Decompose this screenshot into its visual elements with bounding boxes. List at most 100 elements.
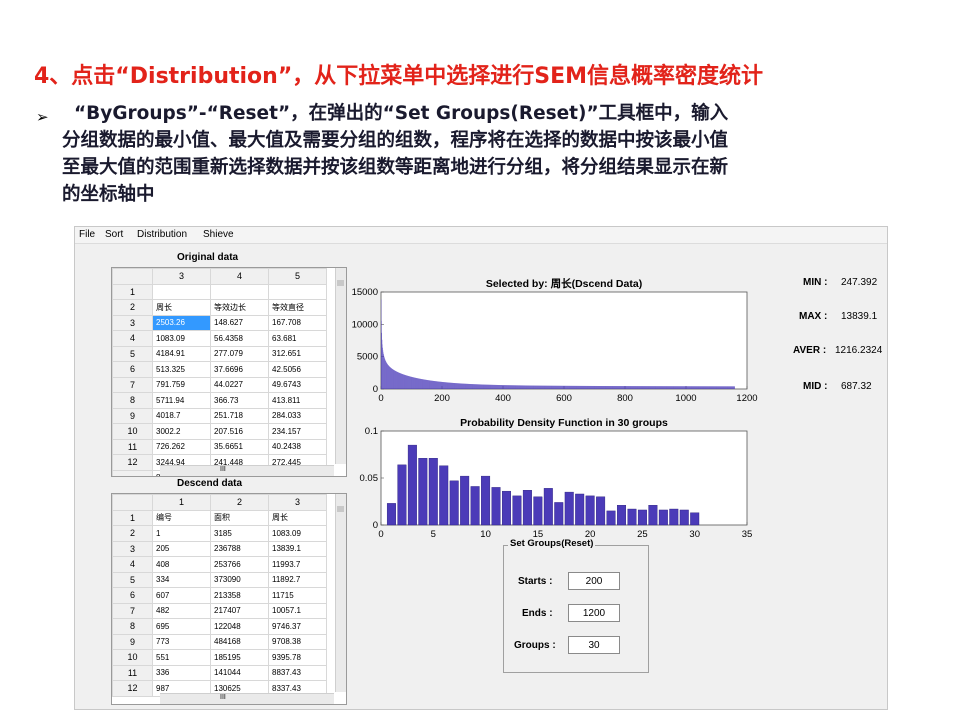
table-cell[interactable]: 334 xyxy=(152,571,211,588)
table-cell[interactable]: 等效直径 xyxy=(268,299,327,316)
row-header[interactable]: 12 xyxy=(112,680,153,697)
table-cell[interactable]: 205 xyxy=(152,540,211,557)
column-header[interactable]: 3 xyxy=(152,268,211,285)
row-header[interactable]: 5 xyxy=(112,345,153,362)
menu-distribution[interactable]: Distribution xyxy=(137,229,187,240)
row-header[interactable]: 7 xyxy=(112,376,153,393)
table-cell[interactable]: 408 xyxy=(152,556,211,573)
table-cell[interactable]: 40.2438 xyxy=(268,438,327,455)
table-cell[interactable]: 336 xyxy=(152,664,211,681)
table-cell[interactable]: 3185 xyxy=(210,525,269,542)
row-header[interactable]: 5 xyxy=(112,571,153,588)
row-header[interactable]: 10 xyxy=(112,423,153,440)
scrollbar-grip[interactable]: III xyxy=(220,466,226,473)
horizontal-scrollbar[interactable]: III xyxy=(160,693,334,704)
menu-shieve[interactable]: Shieve xyxy=(203,229,234,240)
table-cell[interactable]: 122048 xyxy=(210,618,269,635)
original-data-table[interactable]: 3 4 5 1 2 周长 等效边长 等效直径 3 2503.26 148.627 167.708 4 10… xyxy=(111,267,347,477)
table-cell[interactable]: 3002.2 xyxy=(152,423,211,440)
table-cell[interactable]: 1083.09 xyxy=(268,525,327,542)
table-cell[interactable]: 312.651 xyxy=(268,345,327,362)
row-header[interactable]: 7 xyxy=(112,602,153,619)
row-header[interactable]: 11 xyxy=(112,664,153,681)
row-header[interactable]: 11 xyxy=(112,438,153,455)
groups-input[interactable]: 30 xyxy=(568,636,620,654)
table-cell[interactable]: 167.708 xyxy=(268,314,327,331)
table-cell[interactable]: 482 xyxy=(152,602,211,619)
row-header[interactable]: 6 xyxy=(112,587,153,604)
table-cell[interactable]: 5711.94 xyxy=(152,392,211,409)
table-cell[interactable]: 9746.37 xyxy=(268,618,327,635)
table-cell[interactable]: 141044 xyxy=(210,664,269,681)
table-cell[interactable]: 11892.7 xyxy=(268,571,327,588)
table-cell[interactable]: 13839.1 xyxy=(268,540,327,557)
table-cell[interactable]: 1 xyxy=(152,525,211,542)
table-cell[interactable] xyxy=(268,283,327,300)
starts-input[interactable]: 200 xyxy=(568,572,620,590)
table-cell[interactable] xyxy=(152,283,211,300)
table-cell[interactable]: 373090 xyxy=(210,571,269,588)
column-header[interactable]: 3 xyxy=(268,494,327,511)
table-cell[interactable]: 10057.1 xyxy=(268,602,327,619)
table-cell[interactable]: 413.811 xyxy=(268,392,327,409)
table-cell[interactable]: 695 xyxy=(152,618,211,635)
table-cell[interactable]: 607 xyxy=(152,587,211,604)
table-cell[interactable]: 236788 xyxy=(210,540,269,557)
row-header[interactable]: 6 xyxy=(112,361,153,378)
table-cell[interactable]: 周长 xyxy=(152,299,211,316)
table-cell[interactable]: 726.262 xyxy=(152,438,211,455)
row-header[interactable]: 4 xyxy=(112,330,153,347)
row-header[interactable]: 2 xyxy=(112,525,153,542)
table-cell[interactable]: 4018.7 xyxy=(152,407,211,424)
table-cell[interactable]: 217407 xyxy=(210,602,269,619)
horizontal-scrollbar[interactable]: III xyxy=(160,465,334,476)
menu-file[interactable]: File xyxy=(79,229,95,240)
table-cell[interactable]: 277.079 xyxy=(210,345,269,362)
row-header[interactable] xyxy=(112,469,153,476)
row-header[interactable]: 2 xyxy=(112,299,153,316)
row-header[interactable]: 8 xyxy=(112,392,153,409)
table-cell[interactable]: 213358 xyxy=(210,587,269,604)
table-cell[interactable]: 284.033 xyxy=(268,407,327,424)
table-cell[interactable]: 11715 xyxy=(268,587,327,604)
table-cell[interactable]: 2503.26 xyxy=(152,314,211,331)
table-cell[interactable]: 791.759 xyxy=(152,376,211,393)
column-header[interactable]: 4 xyxy=(210,268,269,285)
table-cell[interactable]: 63.681 xyxy=(268,330,327,347)
table-cell[interactable]: 366.73 xyxy=(210,392,269,409)
table-cell[interactable]: 773 xyxy=(152,633,211,650)
table-cell[interactable]: 56.4358 xyxy=(210,330,269,347)
table-cell[interactable]: 148.627 xyxy=(210,314,269,331)
row-header[interactable]: 3 xyxy=(112,540,153,557)
table-cell[interactable]: 编号 xyxy=(152,509,211,526)
table-cell[interactable]: 234.157 xyxy=(268,423,327,440)
table-cell[interactable]: 周长 xyxy=(268,509,327,526)
row-header[interactable]: 8 xyxy=(112,618,153,635)
table-cell[interactable]: 49.6743 xyxy=(268,376,327,393)
row-header[interactable]: 9 xyxy=(112,407,153,424)
table-cell[interactable]: 207.516 xyxy=(210,423,269,440)
table-cell[interactable]: 11993.7 xyxy=(268,556,327,573)
descend-data-table[interactable]: 1 2 3 1 编号 面积 周长 2 1 3185 1083.09 3 205 236788 13839.1… xyxy=(111,493,347,705)
table-cell[interactable]: 等效边长 xyxy=(210,299,269,316)
table-cell[interactable]: 484168 xyxy=(210,633,269,650)
table-cell[interactable]: 253766 xyxy=(210,556,269,573)
row-header[interactable]: 3 xyxy=(112,314,153,331)
table-cell[interactable]: 37.6696 xyxy=(210,361,269,378)
row-header[interactable]: 10 xyxy=(112,649,153,666)
table-cell[interactable]: 9708.38 xyxy=(268,633,327,650)
row-header[interactable]: 1 xyxy=(112,509,153,526)
row-header[interactable]: 12 xyxy=(112,454,153,471)
table-cell[interactable]: 44.0227 xyxy=(210,376,269,393)
table-cell[interactable]: 42.5056 xyxy=(268,361,327,378)
column-header[interactable]: 5 xyxy=(268,268,327,285)
row-header[interactable]: 4 xyxy=(112,556,153,573)
scrollbar-grip[interactable]: III xyxy=(220,694,226,701)
table-cell[interactable]: 1083.09 xyxy=(152,330,211,347)
table-cell[interactable]: 面积 xyxy=(210,509,269,526)
table-cell[interactable]: 185195 xyxy=(210,649,269,666)
row-header[interactable]: 9 xyxy=(112,633,153,650)
table-cell[interactable]: 251.718 xyxy=(210,407,269,424)
ends-input[interactable]: 1200 xyxy=(568,604,620,622)
menu-sort[interactable]: Sort xyxy=(105,229,123,240)
